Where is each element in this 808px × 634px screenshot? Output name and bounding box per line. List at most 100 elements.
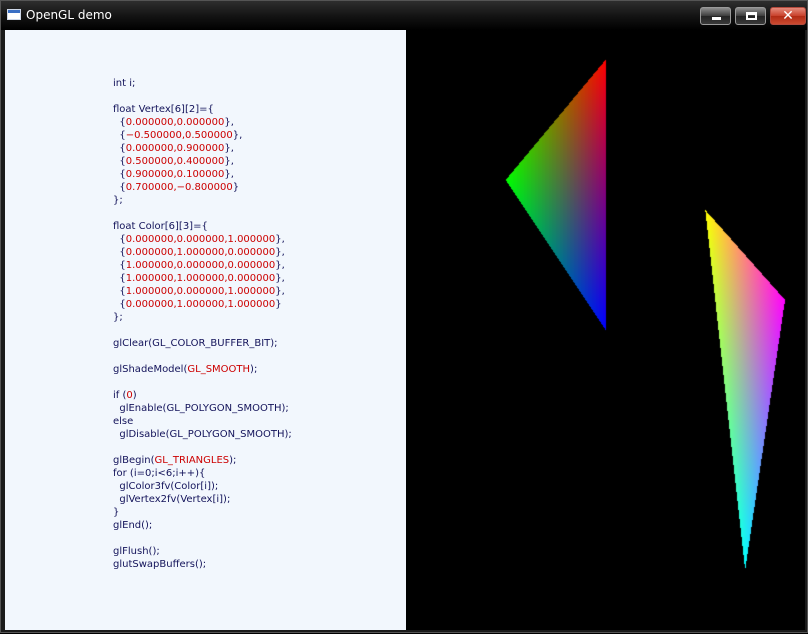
window-title: OpenGL demo: [26, 8, 112, 22]
code-value: 0.000000,1.000000,0.000000: [125, 247, 276, 258]
code-text: float Color[6][3]={: [113, 221, 208, 232]
code-text: },: [224, 143, 234, 154]
code-text: },: [275, 234, 285, 245]
code-line: {−0.500000,0.500000},: [113, 129, 292, 142]
code-line: glColor3fv(Color[i]);: [113, 480, 292, 493]
code-text: {: [113, 169, 126, 180]
code-line: };: [113, 311, 292, 324]
code-text: glVertex2fv(Vertex[i]);: [113, 494, 231, 505]
maximize-button[interactable]: [735, 7, 766, 25]
code-line: glBegin(GL_TRIANGLES);: [113, 454, 292, 467]
code-value: 1.000000,0.000000,1.000000: [125, 286, 276, 297]
code-line: float Color[6][3]={: [113, 220, 292, 233]
code-line: glEnd();: [113, 519, 292, 532]
code-line: {0.000000,0.900000},: [113, 142, 292, 155]
code-value: GL_SMOOTH: [187, 364, 251, 375]
code-line: int i;: [113, 77, 292, 90]
code-text: {: [113, 273, 126, 284]
code-text: glFlush();: [113, 546, 160, 557]
code-text: {: [113, 299, 126, 310]
code-text: {: [113, 143, 126, 154]
code-text: );: [250, 364, 258, 375]
code-text: },: [275, 286, 285, 297]
code-text: glClear(GL_COLOR_BUFFER_BIT);: [113, 338, 278, 349]
code-text: },: [275, 273, 285, 284]
code-text: glEnd();: [113, 520, 153, 531]
code-line: };: [113, 194, 292, 207]
code-text: );: [229, 455, 237, 466]
code-text: glEnable(GL_POLYGON_SMOOTH);: [113, 403, 289, 414]
code-text: glColor3fv(Color[i]);: [113, 481, 219, 492]
code-line: glClear(GL_COLOR_BUFFER_BIT);: [113, 337, 292, 350]
code-text: },: [275, 260, 285, 271]
code-text: glBegin(: [113, 455, 155, 466]
code-text: glutSwapBuffers();: [113, 559, 207, 570]
code-line: if (0): [113, 389, 292, 402]
code-line: {1.000000,1.000000,0.000000},: [113, 272, 292, 285]
minimize-button[interactable]: [700, 7, 731, 25]
code-text: {: [113, 182, 126, 193]
code-text: }: [275, 299, 282, 310]
code-text: ): [132, 390, 137, 401]
code-text: glDisable(GL_POLYGON_SMOOTH);: [113, 429, 292, 440]
close-button[interactable]: ✕: [770, 7, 806, 25]
opengl-viewport[interactable]: [406, 30, 805, 630]
code-value: 1.000000,1.000000,0.000000: [125, 273, 276, 284]
code-value: 0.500000,0.400000: [125, 156, 225, 167]
code-line: }: [113, 506, 292, 519]
code-text: };: [113, 312, 123, 323]
code-line: {1.000000,0.000000,1.000000},: [113, 285, 292, 298]
code-line: {0.000000,1.000000,1.000000}: [113, 298, 292, 311]
code-line: glutSwapBuffers();: [113, 558, 292, 571]
code-line: {0.000000,1.000000,0.000000},: [113, 246, 292, 259]
code-line: float Vertex[6][2]={: [113, 103, 292, 116]
code-text: }: [232, 182, 240, 193]
code-value: 0.000000,0.000000,1.000000: [125, 234, 276, 245]
code-text: {: [113, 117, 126, 128]
code-value: 0.000000,1.000000,1.000000: [125, 299, 276, 310]
app-window-icon[interactable]: [7, 9, 21, 20]
code-line: else: [113, 415, 292, 428]
code-text: },: [224, 117, 234, 128]
code-text: float Vertex[6][2]={: [113, 104, 214, 115]
code-value: 0.900000,0.100000: [125, 169, 225, 180]
code-value: 0.000000,0.900000: [125, 143, 225, 154]
code-text: {: [113, 286, 126, 297]
code-text: {: [113, 247, 126, 258]
code-line: glShadeModel(GL_SMOOTH);: [113, 363, 292, 376]
title-bar[interactable]: OpenGL demo ✕: [1, 1, 807, 30]
code-text: {: [113, 260, 126, 271]
code-listing: int i; float Vertex[6][2]={ {0.000000,0.0…: [113, 77, 292, 571]
code-line: glVertex2fv(Vertex[i]);: [113, 493, 292, 506]
minimize-icon: [712, 17, 721, 20]
code-text: {: [113, 156, 126, 167]
app-window: OpenGL demo ✕ int i; float Vertex[6][2]={…: [0, 0, 808, 633]
code-line: {0.500000,0.400000},: [113, 155, 292, 168]
code-value: GL_TRIANGLES: [154, 455, 230, 466]
code-text: };: [113, 195, 123, 206]
code-text: int i;: [113, 78, 136, 89]
code-text: glShadeModel(: [113, 364, 188, 375]
code-text: for (i=0;i<6;i++){: [113, 468, 206, 479]
code-line: {0.000000,0.000000},: [113, 116, 292, 129]
code-text: else: [113, 416, 134, 427]
code-text: {: [113, 234, 126, 245]
code-panel: int i; float Vertex[6][2]={ {0.000000,0.0…: [5, 30, 406, 630]
code-value: −0.500000,0.500000: [125, 130, 233, 141]
code-line: {1.000000,0.000000,0.000000},: [113, 259, 292, 272]
close-icon: ✕: [782, 8, 794, 24]
code-line: glFlush();: [113, 545, 292, 558]
code-text: },: [275, 247, 285, 258]
code-line: for (i=0;i<6;i++){: [113, 467, 292, 480]
triangle-canvas: [406, 30, 805, 630]
code-line: {0.900000,0.100000},: [113, 168, 292, 181]
code-line: {0.700000,−0.800000}: [113, 181, 292, 194]
code-text: },: [224, 156, 234, 167]
client-area: int i; float Vertex[6][2]={ {0.000000,0.0…: [5, 30, 805, 630]
code-line: glEnable(GL_POLYGON_SMOOTH);: [113, 402, 292, 415]
code-value: 0.000000,0.000000: [125, 117, 225, 128]
